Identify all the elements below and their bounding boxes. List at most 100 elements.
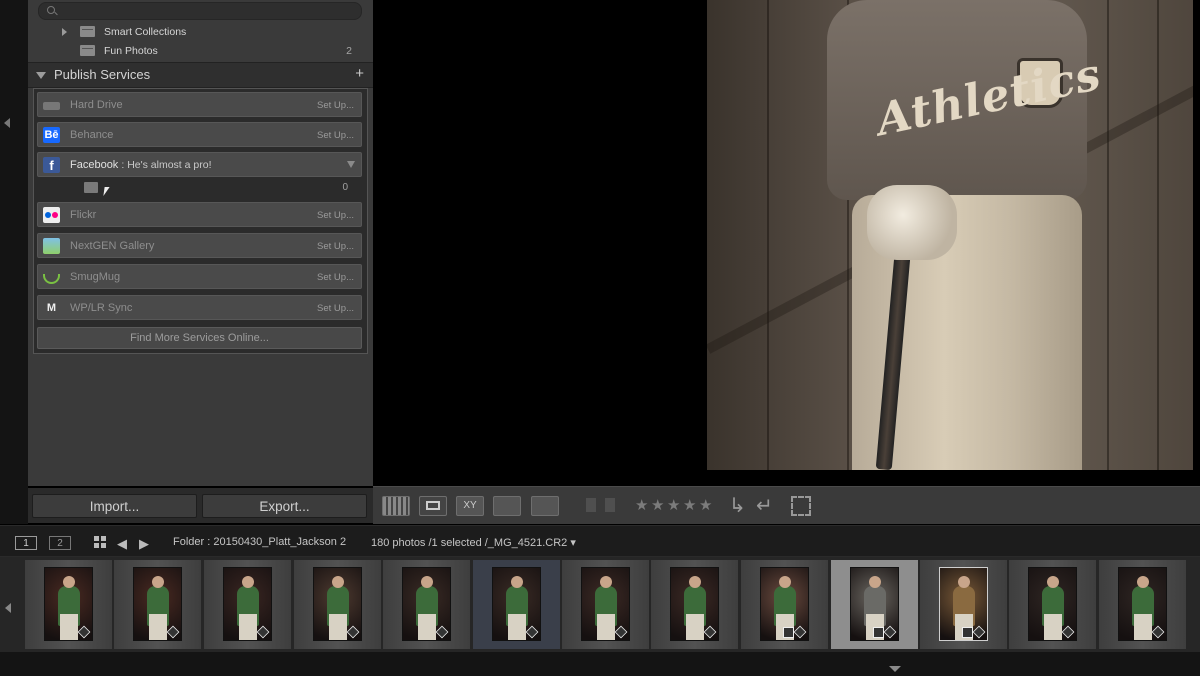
filmstrip-cell[interactable] [294, 560, 381, 649]
filmstrip-thumbnail[interactable] [133, 567, 182, 641]
rating-star-2[interactable]: ★ [651, 496, 664, 514]
service-behance[interactable]: Bē Behance Set Up... [37, 122, 362, 147]
filmstrip-cell[interactable] [25, 560, 112, 649]
filmstrip-thumbnail[interactable] [670, 567, 719, 641]
loupe-view-icon[interactable] [419, 496, 447, 516]
flag-pick-icon[interactable] [586, 498, 596, 512]
bottom-bar [0, 652, 1200, 676]
thumb-head [1137, 576, 1149, 588]
expand-bottom-panel-icon[interactable] [889, 666, 901, 672]
filmstrip-cell[interactable] [831, 560, 918, 649]
find-more-services-button[interactable]: Find More Services Online... [37, 327, 362, 349]
setup-link[interactable]: Set Up... [317, 303, 354, 314]
collection-count: 2 [346, 45, 352, 57]
filmstrip-cell[interactable] [562, 560, 649, 649]
smugmug-icon [43, 274, 60, 284]
thumb-legs [1134, 614, 1152, 640]
service-name: NextGEN Gallery [70, 240, 155, 252]
edited-badge-icon [962, 627, 973, 638]
service-menu-dropdown-icon[interactable] [347, 161, 355, 168]
filmstrip-thumbnail[interactable] [939, 567, 988, 641]
keyword-badge-icon [346, 625, 360, 639]
filmstrip-source[interactable]: Folder : 20150430_Platt_Jackson 2 [173, 536, 346, 548]
filmstrip-cell[interactable] [1009, 560, 1096, 649]
expand-triangle-icon[interactable] [62, 28, 67, 36]
people-view-icon[interactable] [531, 496, 559, 516]
filmstrip-cell[interactable] [114, 560, 201, 649]
filmstrip [0, 557, 1200, 652]
thumb-head [1047, 576, 1059, 588]
filmstrip-thumbnail[interactable] [402, 567, 451, 641]
collapse-left-panel-icon[interactable] [4, 118, 10, 128]
thumb-legs [329, 614, 347, 640]
thumb-legs [60, 614, 78, 640]
grid-icon[interactable] [94, 536, 106, 548]
secondary-window-button[interactable]: 2 [49, 536, 71, 550]
main-window-button[interactable]: 1 [15, 536, 37, 550]
collection-row-smart-collections[interactable]: Smart Collections [28, 23, 373, 42]
filmstrip-thumbnail[interactable] [1028, 567, 1077, 641]
filmstrip-thumbnail[interactable] [44, 567, 93, 641]
flag-reject-icon[interactable] [605, 498, 615, 512]
filmstrip-cell[interactable] [651, 560, 738, 649]
filmstrip-cell[interactable] [383, 560, 470, 649]
export-button[interactable]: Export... [202, 494, 367, 518]
facebook-album-row[interactable]: 0 [37, 179, 362, 198]
rating-star-1[interactable]: ★ [635, 496, 648, 514]
collapse-filmstrip-icon[interactable] [5, 603, 11, 613]
thumb-head [152, 576, 164, 588]
filmstrip-cell[interactable] [741, 560, 828, 649]
rating-star-4[interactable]: ★ [683, 496, 696, 514]
service-hard-drive[interactable]: Hard Drive Set Up... [37, 92, 362, 117]
filmstrip-thumbnail[interactable] [760, 567, 809, 641]
forward-arrow-icon[interactable]: ▶ [139, 536, 149, 552]
collapse-triangle-icon[interactable] [36, 72, 46, 79]
filmstrip-thumbnail[interactable] [1118, 567, 1167, 641]
back-arrow-icon[interactable]: ◀ [117, 536, 127, 552]
filmstrip-cell[interactable] [204, 560, 291, 649]
setup-link[interactable]: Set Up... [317, 272, 354, 283]
filmstrip-cell[interactable] [1099, 560, 1186, 649]
import-export-bar: Import... Export... [28, 488, 373, 523]
facebook-icon: f [43, 157, 60, 173]
service-wplr-sync[interactable]: M WP/LR Sync Set Up... [37, 295, 362, 320]
thumb-legs [1044, 614, 1062, 640]
setup-link[interactable]: Set Up... [317, 210, 354, 221]
service-name: Facebook [70, 159, 119, 171]
rating-star-3[interactable]: ★ [667, 496, 680, 514]
rotate-left-icon[interactable]: ↳ [729, 493, 746, 518]
service-nextgen-gallery[interactable]: NextGEN Gallery Set Up... [37, 233, 362, 258]
grid-view-icon[interactable] [382, 496, 410, 516]
left-panel: Smart Collections Fun Photos 2 Publish S… [28, 0, 373, 486]
thumb-head [63, 576, 75, 588]
filmstrip-cell[interactable] [473, 560, 560, 649]
thumb-legs [149, 614, 167, 640]
rotate-right-icon[interactable]: ↵ [756, 493, 773, 518]
main-photo: Athletics [707, 0, 1193, 470]
filmstrip-info[interactable]: 180 photos /1 selected /_MG_4521.CR2 ▾ [371, 536, 576, 549]
service-facebook[interactable]: f Facebook : He's almost a pro! [37, 152, 362, 177]
import-button[interactable]: Import... [32, 494, 197, 518]
thumb-head [242, 576, 254, 588]
collection-search-input[interactable] [38, 2, 362, 20]
crop-overlay-icon[interactable] [791, 496, 811, 516]
filmstrip-thumbnail[interactable] [850, 567, 899, 641]
filmstrip-thumbnail[interactable] [492, 567, 541, 641]
keyword-badge-icon [525, 625, 539, 639]
service-flickr[interactable]: Flickr Set Up... [37, 202, 362, 227]
filmstrip-cell[interactable] [920, 560, 1007, 649]
filmstrip-thumbnail[interactable] [581, 567, 630, 641]
filmstrip-thumbnail[interactable] [223, 567, 272, 641]
setup-link[interactable]: Set Up... [317, 130, 354, 141]
search-icon [47, 6, 55, 14]
collection-row-fun-photos[interactable]: Fun Photos 2 [28, 42, 373, 61]
publish-services-header[interactable]: Publish Services + [28, 62, 373, 88]
survey-view-icon[interactable] [493, 496, 521, 516]
filmstrip-thumbnail[interactable] [313, 567, 362, 641]
setup-link[interactable]: Set Up... [317, 100, 354, 111]
service-smugmug[interactable]: SmugMug Set Up... [37, 264, 362, 289]
compare-view-icon[interactable]: XY [456, 496, 484, 516]
rating-star-5[interactable]: ★ [699, 496, 712, 514]
add-publish-service-button[interactable]: + [355, 65, 364, 82]
setup-link[interactable]: Set Up... [317, 241, 354, 252]
